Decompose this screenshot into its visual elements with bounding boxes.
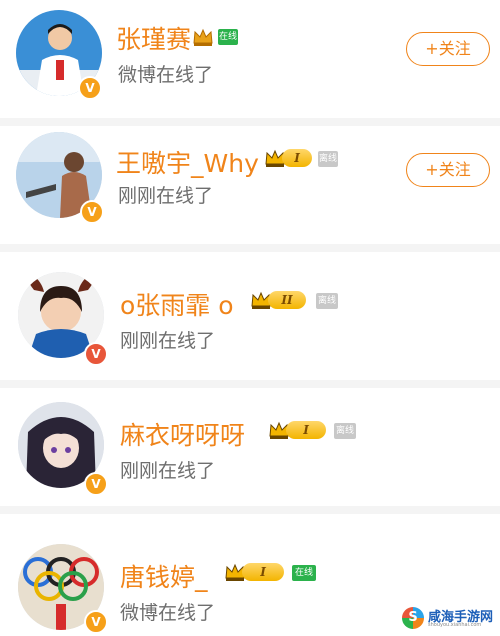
online-tag: 在线 [292,565,316,581]
vip-crown-icon [193,28,213,46]
verified-badge-icon: V [84,472,108,496]
offline-tag: 离线 [316,293,338,309]
user-status: 刚刚在线了 [120,330,216,352]
verified-badge-icon: V [84,342,108,366]
user-name[interactable]: 唐钱婷_ [120,558,208,594]
user-row[interactable]: V 麻衣呀呀呀 I 离线 刚刚在线了 [0,388,500,506]
vip-level-badge: I [282,149,312,167]
user-row[interactable]: V 张瑾赛 在线 微博在线了 +关注 [0,0,500,118]
user-row[interactable]: V 王嗷宇_Why I 离线 刚刚在线了 +关注 [0,126,500,244]
offline-tag: 离线 [318,151,338,167]
user-name[interactable]: 张瑾赛 [116,20,191,56]
user-name[interactable]: o张雨霏 o [120,286,234,322]
vip-level-badge: II [268,291,306,309]
verified-badge-icon: V [80,200,104,224]
follow-button[interactable]: +关注 [406,153,490,187]
follow-button[interactable]: +关注 [406,32,490,66]
user-status: 刚刚在线了 [120,460,216,482]
online-tag: 在线 [218,29,238,45]
user-name[interactable]: 王嗷宇_Why [116,144,259,180]
user-status: 微博在线了 [120,602,216,624]
user-name[interactable]: 麻衣呀呀呀 [120,416,245,452]
site-logo-icon: S [402,607,424,629]
site-watermark: S 咸海手游网 shouyou.xianhai.com [398,603,498,633]
vip-level-badge: I [286,421,326,439]
verified-badge-icon: V [84,610,108,634]
watermark-subtitle: shouyou.xianhai.com [428,622,482,628]
user-status: 微博在线了 [118,64,214,86]
verified-badge-icon: V [78,76,102,100]
offline-tag: 离线 [334,423,356,439]
user-status: 刚刚在线了 [118,185,214,207]
vip-level-badge: I [242,563,284,581]
user-row[interactable]: V o张雨霏 o II 离线 刚刚在线了 [0,252,500,380]
